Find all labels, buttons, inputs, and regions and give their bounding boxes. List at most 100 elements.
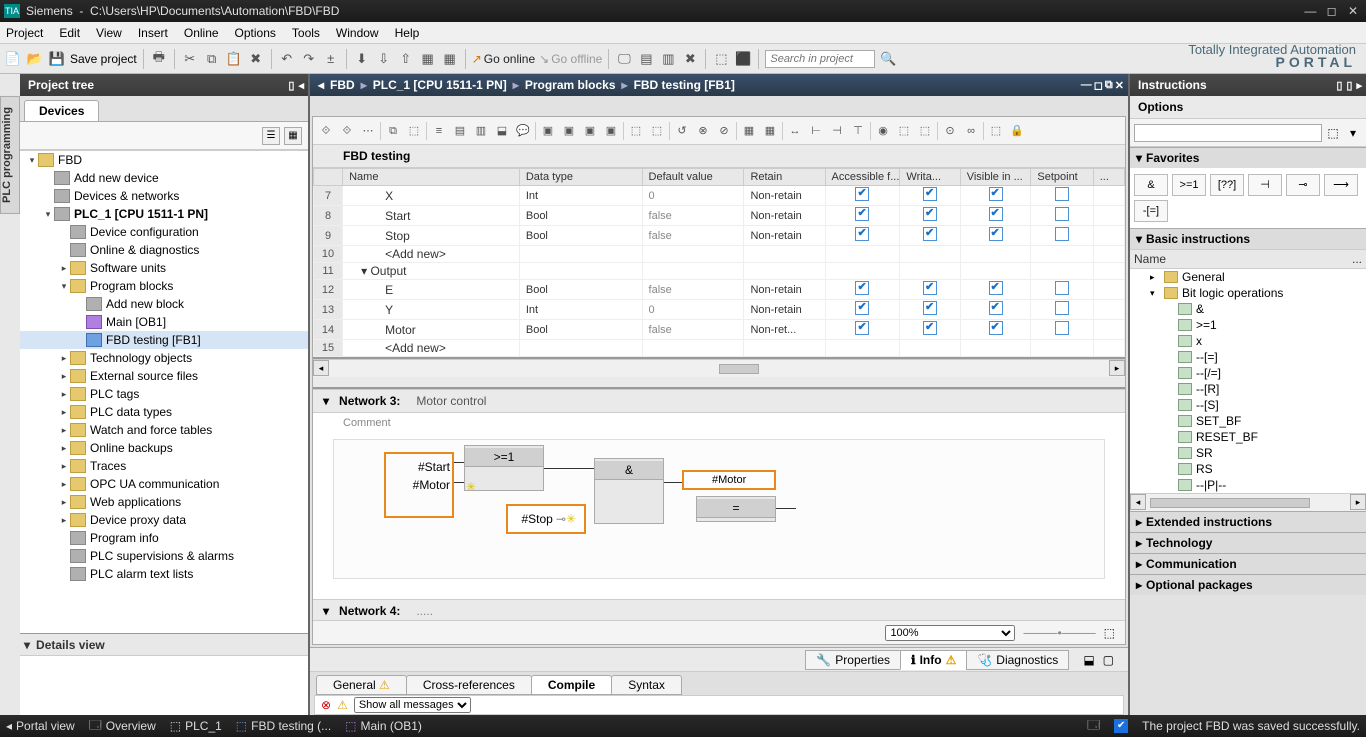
btab-compile[interactable]: Compile bbox=[531, 675, 612, 695]
insp-min-icon[interactable]: ⬓ bbox=[1079, 653, 1098, 667]
network-area[interactable]: ▾Network 3:Motor control Comment #Start … bbox=[313, 389, 1125, 620]
etb-3-icon[interactable]: ⋯ bbox=[359, 122, 377, 140]
etb-17-icon[interactable]: ↺ bbox=[673, 122, 691, 140]
zoom-select[interactable]: 100% bbox=[885, 625, 1015, 641]
menu-tools[interactable]: Tools bbox=[292, 26, 320, 40]
etb-6-icon[interactable]: ≡ bbox=[430, 122, 448, 140]
etb-26-icon[interactable]: ◉ bbox=[874, 122, 892, 140]
btab-syntax[interactable]: Syntax bbox=[611, 675, 682, 695]
favorite-item[interactable]: -[=] bbox=[1134, 200, 1168, 222]
sidetab-plc-programming[interactable]: PLC programming bbox=[0, 96, 20, 214]
tree-item[interactable]: ▾PLC_1 [CPU 1511-1 PN] bbox=[20, 205, 308, 223]
portal-view-button[interactable]: ◂Portal view bbox=[6, 719, 75, 733]
ed-close-icon[interactable]: ✕ bbox=[1115, 79, 1124, 92]
copy-icon[interactable]: ⧉ bbox=[203, 50, 221, 68]
tree-item[interactable]: Devices & networks bbox=[20, 187, 308, 205]
instruction-item[interactable]: SET_BF bbox=[1130, 413, 1366, 429]
etb-7-icon[interactable]: ▤ bbox=[451, 122, 469, 140]
status-plc1[interactable]: ⬚PLC_1 bbox=[170, 719, 222, 733]
tree-tb1-icon[interactable]: ☰ bbox=[262, 127, 280, 145]
instr-search-input[interactable] bbox=[1134, 124, 1322, 142]
ins-c2-icon[interactable]: ▯ bbox=[1346, 79, 1352, 92]
tree-tb2-icon[interactable]: ▦ bbox=[284, 127, 302, 145]
scroll-right-icon[interactable]: ▸ bbox=[1109, 360, 1125, 376]
table-row[interactable]: 12EBoolfalseNon-retain bbox=[314, 280, 1125, 300]
menu-online[interactable]: Online bbox=[184, 26, 219, 40]
instruction-item[interactable]: --[=] bbox=[1130, 349, 1366, 365]
crumb-left-icon[interactable]: ◂ bbox=[318, 78, 324, 92]
favorite-item[interactable]: & bbox=[1134, 174, 1168, 196]
search-go-icon[interactable]: 🔍 bbox=[879, 50, 897, 68]
status-fbdtest[interactable]: ⬚FBD testing (... bbox=[236, 719, 331, 733]
project-tree[interactable]: ▾FBDAdd new deviceDevices & networks▾PLC… bbox=[20, 150, 308, 633]
fbd-block-assign[interactable]: = bbox=[696, 496, 776, 522]
instruction-list[interactable]: Name... ▸General▾Bit logic operations&>=… bbox=[1130, 249, 1366, 493]
table-row[interactable]: 10<Add new> bbox=[314, 246, 1125, 263]
tree-item[interactable]: ▸OPC UA communication bbox=[20, 475, 308, 493]
tree-item[interactable]: ▸Technology objects bbox=[20, 349, 308, 367]
network3-header[interactable]: ▾Network 3:Motor control bbox=[313, 389, 1125, 413]
tree-item[interactable]: PLC alarm text lists bbox=[20, 565, 308, 583]
undo-icon[interactable]: ↶ bbox=[278, 50, 296, 68]
etb-8-icon[interactable]: ▥ bbox=[472, 122, 490, 140]
etb-25-icon[interactable]: ⊤ bbox=[849, 122, 867, 140]
instruction-item[interactable]: --[S] bbox=[1130, 397, 1366, 413]
insp-max-icon[interactable]: ▢ bbox=[1099, 653, 1118, 667]
fbd-canvas[interactable]: #Start #Motor >=1 #Stop ⊸✳ & #Motor = bbox=[333, 439, 1105, 579]
details-view-header[interactable]: ▾Details view bbox=[20, 633, 308, 655]
table-row[interactable]: 13YInt0Non-retain bbox=[314, 300, 1125, 320]
etb-20-icon[interactable]: ▦ bbox=[740, 122, 758, 140]
menu-options[interactable]: Options bbox=[235, 26, 276, 40]
delete-icon[interactable]: ✖ bbox=[247, 50, 265, 68]
menu-window[interactable]: Window bbox=[336, 26, 379, 40]
split-v-icon[interactable]: ⬛ bbox=[734, 50, 752, 68]
etb-10-icon[interactable]: 💬 bbox=[514, 122, 532, 140]
tree-item[interactable]: ▸External source files bbox=[20, 367, 308, 385]
zoom-fit-icon[interactable]: ⬚ bbox=[1104, 626, 1115, 640]
tb-icon-2[interactable]: ▥ bbox=[659, 50, 677, 68]
tree-item[interactable]: ▸Traces bbox=[20, 457, 308, 475]
search-input[interactable] bbox=[765, 50, 875, 68]
tree-item[interactable]: ▸PLC data types bbox=[20, 403, 308, 421]
error-icon[interactable]: ⊗ bbox=[321, 698, 331, 712]
tree-item[interactable]: ▸Device proxy data bbox=[20, 511, 308, 529]
upload-icon[interactable]: ⇧ bbox=[397, 50, 415, 68]
fbd-block-and[interactable]: & bbox=[594, 458, 664, 524]
favorite-item[interactable]: ⊣ bbox=[1248, 174, 1282, 196]
new-icon[interactable]: 📄 bbox=[4, 50, 22, 68]
table-row[interactable]: 11▾ Output bbox=[314, 263, 1125, 280]
etb-32-icon[interactable]: 🔒 bbox=[1008, 122, 1026, 140]
tab-devices[interactable]: Devices bbox=[24, 100, 99, 121]
tree-item[interactable]: ▾Program blocks bbox=[20, 277, 308, 295]
instruction-item[interactable]: ▾Bit logic operations bbox=[1130, 285, 1366, 301]
table-hscroll[interactable]: ◂ ▸ bbox=[313, 359, 1125, 377]
tree-item[interactable]: PLC supervisions & alarms bbox=[20, 547, 308, 565]
etb-30-icon[interactable]: ∞ bbox=[962, 122, 980, 140]
tree-item[interactable]: Main [OB1] bbox=[20, 313, 308, 331]
split-h-icon[interactable]: ⬚ bbox=[712, 50, 730, 68]
menu-edit[interactable]: Edit bbox=[59, 26, 80, 40]
favorite-item[interactable]: ⊸ bbox=[1286, 174, 1320, 196]
favorite-item[interactable]: [??] bbox=[1210, 174, 1244, 196]
message-filter[interactable]: Show all messages bbox=[354, 697, 471, 713]
fbd-input-motor[interactable]: #Motor bbox=[388, 478, 450, 492]
tree-item[interactable]: Program info bbox=[20, 529, 308, 547]
iscr-left-icon[interactable]: ◂ bbox=[1130, 494, 1146, 510]
warn-icon[interactable]: ⚠ bbox=[337, 698, 348, 712]
fbd-input-start[interactable]: #Start bbox=[388, 460, 450, 474]
etb-18-icon[interactable]: ⊗ bbox=[694, 122, 712, 140]
favorite-item[interactable]: >=1 bbox=[1172, 174, 1206, 196]
btab-crossref[interactable]: Cross-references bbox=[406, 675, 532, 695]
tree-item[interactable]: ▸PLC tags bbox=[20, 385, 308, 403]
instr-dd-icon[interactable]: ▾ bbox=[1344, 126, 1362, 140]
tree-item[interactable]: FBD testing [FB1] bbox=[20, 331, 308, 349]
network3-comment[interactable]: Comment bbox=[313, 413, 1125, 433]
tree-item[interactable]: ▸Watch and force tables bbox=[20, 421, 308, 439]
menu-project[interactable]: Project bbox=[6, 26, 43, 40]
save-icon[interactable]: 💾 bbox=[48, 50, 66, 68]
tree-item[interactable]: ▸Online backups bbox=[20, 439, 308, 457]
sim2-icon[interactable]: ▦ bbox=[441, 50, 459, 68]
etb-11-icon[interactable]: ▣ bbox=[539, 122, 557, 140]
section-header[interactable]: ▸Technology bbox=[1130, 533, 1366, 553]
btab-general[interactable]: General ⚠ bbox=[316, 675, 407, 695]
